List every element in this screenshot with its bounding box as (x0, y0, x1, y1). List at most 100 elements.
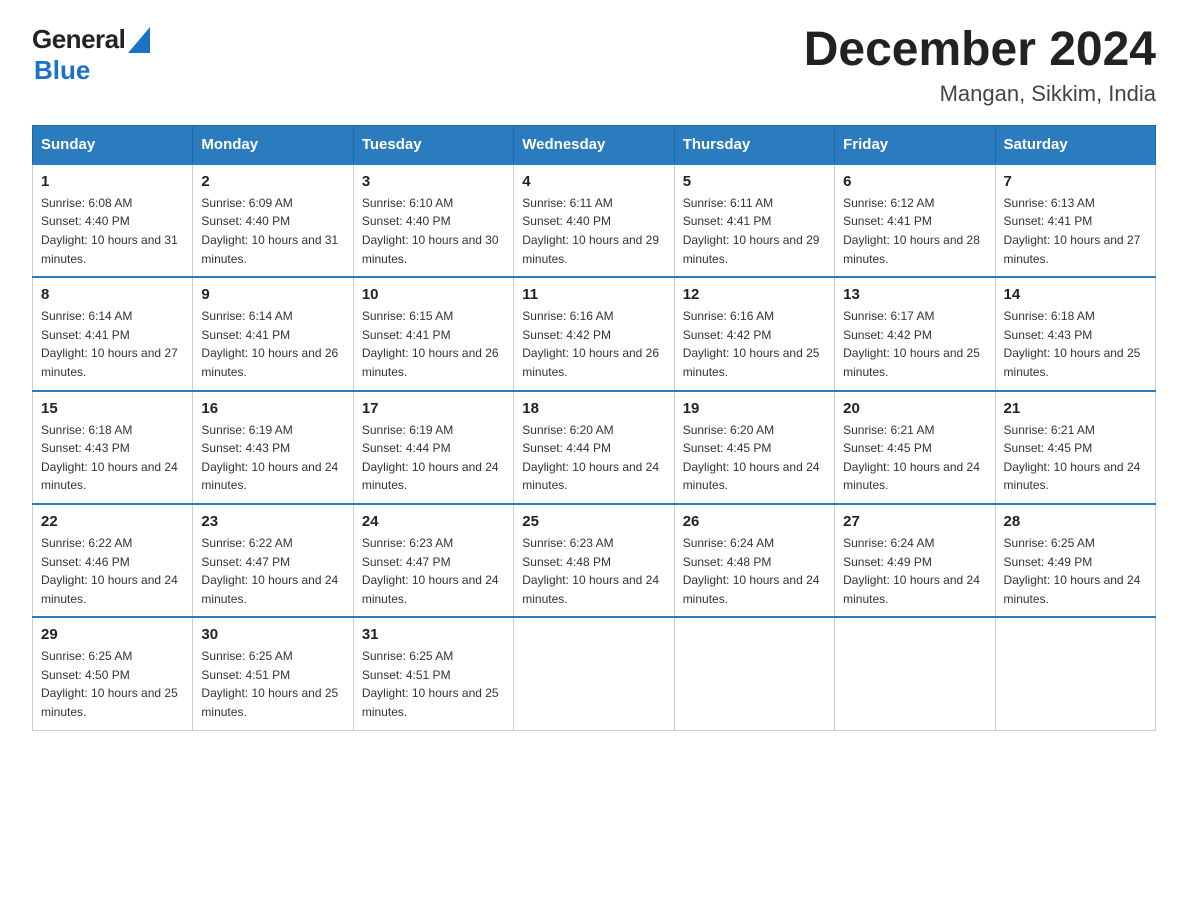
day-info: Sunrise: 6:20 AMSunset: 4:44 PMDaylight:… (522, 421, 665, 495)
day-number: 27 (843, 513, 986, 530)
calendar-week-5: 29Sunrise: 6:25 AMSunset: 4:50 PMDayligh… (33, 617, 1156, 730)
day-info: Sunrise: 6:13 AMSunset: 4:41 PMDaylight:… (1004, 194, 1147, 268)
calendar-body: 1Sunrise: 6:08 AMSunset: 4:40 PMDaylight… (33, 164, 1156, 730)
calendar-cell: 15Sunrise: 6:18 AMSunset: 4:43 PMDayligh… (33, 391, 193, 504)
day-info: Sunrise: 6:16 AMSunset: 4:42 PMDaylight:… (522, 307, 665, 381)
day-number: 25 (522, 513, 665, 530)
day-number: 4 (522, 173, 665, 190)
day-info: Sunrise: 6:11 AMSunset: 4:41 PMDaylight:… (683, 194, 826, 268)
day-number: 1 (41, 173, 184, 190)
day-number: 9 (201, 286, 344, 303)
day-number: 14 (1004, 286, 1147, 303)
day-number: 28 (1004, 513, 1147, 530)
day-number: 10 (362, 286, 505, 303)
calendar-cell: 29Sunrise: 6:25 AMSunset: 4:50 PMDayligh… (33, 617, 193, 730)
day-number: 24 (362, 513, 505, 530)
logo-general-text: General (32, 24, 125, 55)
calendar-cell: 8Sunrise: 6:14 AMSunset: 4:41 PMDaylight… (33, 277, 193, 390)
day-number: 15 (41, 400, 184, 417)
calendar-cell: 7 Sunrise: 6:13 AMSunset: 4:41 PMDaylight… (995, 164, 1155, 277)
calendar-cell (835, 617, 995, 730)
day-number: 21 (1004, 400, 1147, 417)
calendar-cell: 1Sunrise: 6:08 AMSunset: 4:40 PMDaylight… (33, 164, 193, 277)
day-number: 16 (201, 400, 344, 417)
page-header: General Blue December 2024 Mangan, Sikki… (32, 24, 1156, 107)
calendar-cell: 4 Sunrise: 6:11 AMSunset: 4:40 PMDaylight… (514, 164, 674, 277)
day-info: Sunrise: 6:17 AMSunset: 4:42 PMDaylight:… (843, 307, 986, 381)
day-info: Sunrise: 6:15 AMSunset: 4:41 PMDaylight:… (362, 307, 505, 381)
calendar-cell: 28 Sunrise: 6:25 AMSunset: 4:49 PMDayligh… (995, 504, 1155, 617)
calendar-cell: 3 Sunrise: 6:10 AMSunset: 4:40 PMDaylight… (353, 164, 513, 277)
calendar-cell: 18 Sunrise: 6:20 AMSunset: 4:44 PMDayligh… (514, 391, 674, 504)
day-number: 22 (41, 513, 184, 530)
day-number: 29 (41, 626, 184, 643)
title-block: December 2024 Mangan, Sikkim, India (804, 24, 1156, 107)
day-info: Sunrise: 6:10 AMSunset: 4:40 PMDaylight:… (362, 194, 505, 268)
calendar-cell: 19 Sunrise: 6:20 AMSunset: 4:45 PMDayligh… (674, 391, 834, 504)
calendar-cell: 31 Sunrise: 6:25 AMSunset: 4:51 PMDayligh… (353, 617, 513, 730)
calendar-cell (995, 617, 1155, 730)
day-info: Sunrise: 6:23 AMSunset: 4:47 PMDaylight:… (362, 534, 505, 608)
header-cell-sunday: Sunday (33, 125, 193, 164)
calendar-cell: 12 Sunrise: 6:16 AMSunset: 4:42 PMDayligh… (674, 277, 834, 390)
calendar-cell (674, 617, 834, 730)
day-info: Sunrise: 6:25 AMSunset: 4:49 PMDaylight:… (1004, 534, 1147, 608)
day-info: Sunrise: 6:09 AMSunset: 4:40 PMDaylight:… (201, 194, 344, 268)
calendar-cell: 10 Sunrise: 6:15 AMSunset: 4:41 PMDayligh… (353, 277, 513, 390)
day-info: Sunrise: 6:25 AMSunset: 4:51 PMDaylight:… (201, 647, 344, 721)
day-number: 12 (683, 286, 826, 303)
calendar-table: SundayMondayTuesdayWednesdayThursdayFrid… (32, 125, 1156, 731)
calendar-cell: 24 Sunrise: 6:23 AMSunset: 4:47 PMDayligh… (353, 504, 513, 617)
day-number: 13 (843, 286, 986, 303)
calendar-cell: 25Sunrise: 6:23 AMSunset: 4:48 PMDayligh… (514, 504, 674, 617)
day-info: Sunrise: 6:24 AMSunset: 4:48 PMDaylight:… (683, 534, 826, 608)
day-number: 2 (201, 173, 344, 190)
calendar-week-1: 1Sunrise: 6:08 AMSunset: 4:40 PMDaylight… (33, 164, 1156, 277)
day-number: 26 (683, 513, 826, 530)
header-cell-monday: Monday (193, 125, 353, 164)
calendar-week-3: 15Sunrise: 6:18 AMSunset: 4:43 PMDayligh… (33, 391, 1156, 504)
header-cell-saturday: Saturday (995, 125, 1155, 164)
calendar-cell: 6Sunrise: 6:12 AMSunset: 4:41 PMDaylight… (835, 164, 995, 277)
day-number: 18 (522, 400, 665, 417)
day-info: Sunrise: 6:22 AMSunset: 4:46 PMDaylight:… (41, 534, 184, 608)
day-number: 20 (843, 400, 986, 417)
calendar-cell: 14 Sunrise: 6:18 AMSunset: 4:43 PMDayligh… (995, 277, 1155, 390)
calendar-cell: 23Sunrise: 6:22 AMSunset: 4:47 PMDayligh… (193, 504, 353, 617)
day-info: Sunrise: 6:12 AMSunset: 4:41 PMDaylight:… (843, 194, 986, 268)
day-info: Sunrise: 6:14 AMSunset: 4:41 PMDaylight:… (201, 307, 344, 381)
logo: General Blue (32, 24, 150, 86)
location-title: Mangan, Sikkim, India (804, 81, 1156, 107)
day-number: 31 (362, 626, 505, 643)
day-number: 11 (522, 286, 665, 303)
day-number: 7 (1004, 173, 1147, 190)
day-info: Sunrise: 6:25 AMSunset: 4:51 PMDaylight:… (362, 647, 505, 721)
day-number: 30 (201, 626, 344, 643)
calendar-cell: 21Sunrise: 6:21 AMSunset: 4:45 PMDayligh… (995, 391, 1155, 504)
calendar-cell: 30 Sunrise: 6:25 AMSunset: 4:51 PMDayligh… (193, 617, 353, 730)
day-number: 19 (683, 400, 826, 417)
day-info: Sunrise: 6:20 AMSunset: 4:45 PMDaylight:… (683, 421, 826, 495)
calendar-cell: 20Sunrise: 6:21 AMSunset: 4:45 PMDayligh… (835, 391, 995, 504)
calendar-cell: 27Sunrise: 6:24 AMSunset: 4:49 PMDayligh… (835, 504, 995, 617)
header-cell-friday: Friday (835, 125, 995, 164)
day-number: 17 (362, 400, 505, 417)
day-info: Sunrise: 6:16 AMSunset: 4:42 PMDaylight:… (683, 307, 826, 381)
calendar-cell: 11 Sunrise: 6:16 AMSunset: 4:42 PMDayligh… (514, 277, 674, 390)
calendar-cell: 2 Sunrise: 6:09 AMSunset: 4:40 PMDaylight… (193, 164, 353, 277)
day-number: 23 (201, 513, 344, 530)
calendar-header: SundayMondayTuesdayWednesdayThursdayFrid… (33, 125, 1156, 164)
calendar-cell: 17Sunrise: 6:19 AMSunset: 4:44 PMDayligh… (353, 391, 513, 504)
calendar-cell: 26 Sunrise: 6:24 AMSunset: 4:48 PMDayligh… (674, 504, 834, 617)
header-cell-tuesday: Tuesday (353, 125, 513, 164)
day-number: 8 (41, 286, 184, 303)
day-info: Sunrise: 6:11 AMSunset: 4:40 PMDaylight:… (522, 194, 665, 268)
calendar-cell: 16Sunrise: 6:19 AMSunset: 4:43 PMDayligh… (193, 391, 353, 504)
header-cell-thursday: Thursday (674, 125, 834, 164)
day-info: Sunrise: 6:18 AMSunset: 4:43 PMDaylight:… (1004, 307, 1147, 381)
header-row: SundayMondayTuesdayWednesdayThursdayFrid… (33, 125, 1156, 164)
month-title: December 2024 (804, 24, 1156, 77)
day-number: 3 (362, 173, 505, 190)
calendar-cell: 5Sunrise: 6:11 AMSunset: 4:41 PMDaylight… (674, 164, 834, 277)
calendar-cell (514, 617, 674, 730)
